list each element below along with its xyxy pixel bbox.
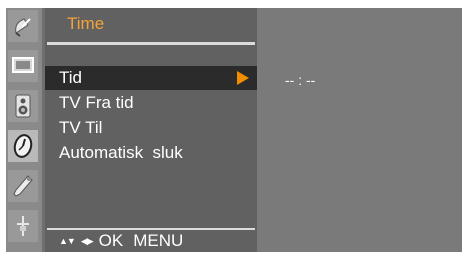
category-option-button[interactable] [8,170,38,202]
speaker-icon [15,94,31,118]
category-setup-button[interactable] [8,210,38,242]
wrench-icon [12,174,34,198]
clock-icon [12,133,34,159]
value-panel: -- : -- [257,8,462,252]
menu-item-label: Automatisk sluk [59,143,183,162]
up-down-arrows-icon: ▲▼ [59,236,76,246]
menu-hint-label: MENU [133,231,184,250]
menu-item-label: TV Fra tid [59,93,134,112]
category-time-button[interactable] [8,130,38,162]
osd-menu-window: Time Tid TV Fra tid TV Til Automatisk sl… [6,8,462,252]
menu-item-label: Tid [59,68,82,87]
time-menu-panel: Time Tid TV Fra tid TV Til Automatisk sl… [45,8,257,252]
category-station-button[interactable] [8,10,38,42]
plug-icon [13,214,33,238]
screen-icon [12,56,34,76]
arrow-right-icon [237,71,249,85]
menu-item-tid[interactable]: Tid [45,66,257,90]
satellite-dish-icon [12,15,34,37]
category-icon-column [6,8,42,252]
clock-time-value[interactable]: -- : -- [285,72,315,88]
menu-item-tv-fra-tid[interactable]: TV Fra tid [45,91,257,115]
footer-divider [47,228,255,230]
title-divider [47,42,255,45]
menu-item-label: TV Til [59,118,103,137]
ok-hint-label: OK [98,231,124,250]
menu-title: Time [67,14,105,33]
menu-item-tv-til[interactable]: TV Til [45,116,257,140]
category-audio-button[interactable] [8,90,38,122]
menu-item-automatisk-sluk[interactable]: Automatisk sluk [45,141,257,165]
category-picture-button[interactable] [8,50,38,82]
navigation-hint-bar: ▲▼ ◀▶ OK MENU [59,231,193,250]
left-right-arrows-icon: ◀▶ [80,235,94,246]
